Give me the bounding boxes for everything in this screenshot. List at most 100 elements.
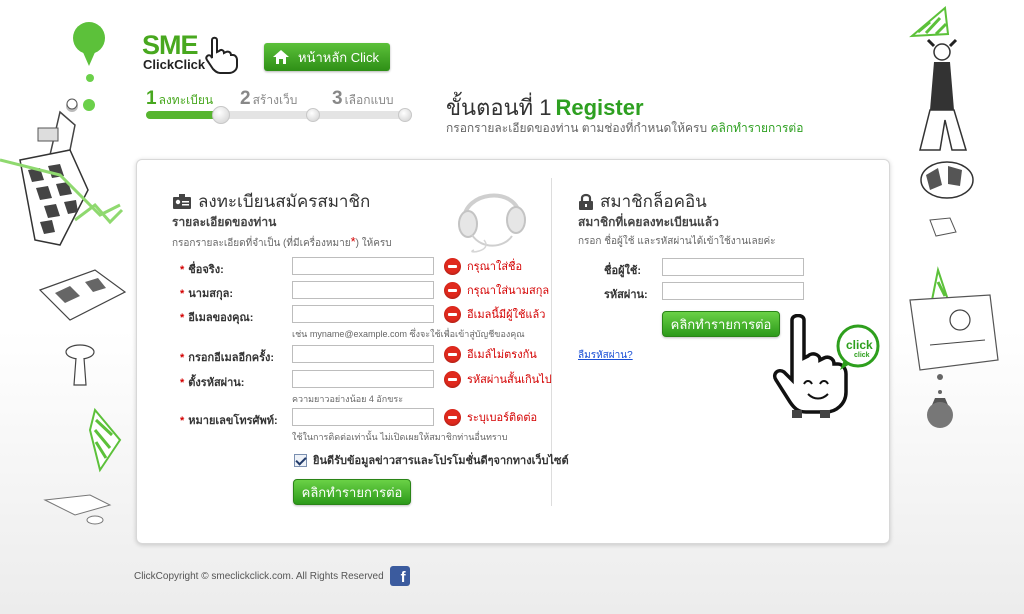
step-label: ลงทะเบียน — [158, 93, 214, 107]
confirm-email-input[interactable] — [292, 345, 434, 363]
confirm-email-error-text: อีเมล์ไม่ตรงกัน — [467, 349, 537, 361]
register-note: กรอกรายละเอียดที่จำเป็น (ที่มีเครื่องหมา… — [172, 234, 392, 251]
lock-icon — [579, 193, 593, 210]
email-input[interactable] — [292, 305, 434, 323]
footer: ClickCopyright © smeclickclick.com. All … — [134, 566, 410, 586]
required-star: * — [180, 288, 185, 300]
login-section-title: สมาชิกล็อคอิน — [578, 188, 707, 215]
username-input[interactable] — [662, 258, 804, 276]
headset-illustration — [458, 193, 526, 253]
site-logo[interactable]: SME ClickClick — [142, 30, 242, 74]
phone-label-text: หมายเลขโทรศัพท์: — [188, 415, 278, 427]
confirm-email-label-text: กรอกอีเมลอีกครั้ง: — [188, 352, 275, 364]
phone-label: * หมายเลขโทรศัพท์: — [180, 411, 278, 429]
copyright-text: ClickCopyright © smeclickclick.com. All … — [134, 570, 384, 582]
step-create-site[interactable]: 2 สร้างเว็บ — [240, 88, 297, 110]
login-password-input[interactable] — [662, 282, 804, 300]
phone-error: ระบุเบอร์ติดต่อ — [444, 408, 537, 426]
step-number: 2 — [240, 88, 251, 109]
password-hint: ความยาวอย่างน้อย 4 อักขระ — [292, 394, 404, 404]
step-choose-design[interactable]: 3 เลือกแบบ — [332, 88, 393, 110]
register-subtitle: รายละเอียดของท่าน — [172, 215, 277, 229]
first-name-error-text: กรุณาใส่ชื่อ — [467, 261, 523, 273]
id-card-icon — [173, 194, 191, 209]
newsletter-checkbox[interactable] — [294, 453, 307, 467]
register-note-prefix: กรอกรายละเอียดที่จำเป็น (ที่มีเครื่องหมา… — [172, 238, 351, 249]
step-progress-fill — [146, 111, 222, 119]
username-label: ชื่อผู้ใช้: — [604, 265, 642, 277]
login-note: กรอก ชื่อผู้ใช้ และรหัสผ่านได้เข้าใช้งาน… — [578, 236, 776, 247]
page-subtitle-text: กรอกรายละเอียดของท่าน ตามช่องที่กำหนดให้… — [446, 121, 708, 135]
password-input[interactable] — [292, 370, 434, 388]
phone-error-text: ระบุเบอร์ติดต่อ — [467, 412, 538, 424]
phone-hint: ใช้ในการติดต่อเท่านั้น ไม่เปิดเผยให้สมาช… — [292, 432, 508, 442]
login-password-label: รหัสผ่าน: — [604, 289, 648, 301]
first-name-label-text: ชื่อจริง: — [188, 264, 224, 276]
register-note-suffix: ) ให้ครบ — [355, 238, 392, 249]
password-label-text: ตั้งรหัสผ่าน: — [188, 377, 245, 389]
forgot-password-link[interactable]: ลืมรหัสผ่าน? — [578, 348, 633, 363]
error-icon — [444, 305, 461, 323]
home-button[interactable]: หน้าหลัก Click — [264, 43, 390, 71]
step-knob-1 — [212, 106, 230, 124]
decorative-doodles-right — [909, 6, 999, 428]
last-name-input[interactable] — [292, 281, 434, 299]
login-submit-button[interactable]: คลิกทำรายการต่อ — [662, 311, 780, 337]
page-subtitle-link[interactable]: คลิกทำรายการต่อ — [710, 121, 803, 135]
required-star: * — [180, 264, 185, 276]
required-star: * — [180, 312, 185, 324]
email-hint: เช่น myname@example.com ซึ่งจะใช้เพื่อเข… — [292, 329, 525, 339]
password-label: * ตั้งรหัสผ่าน: — [180, 373, 244, 391]
email-error: อีเมลนี้มีผู้ใช้แล้ว — [444, 305, 545, 323]
page-title-prefix: ขั้นตอนที่ 1 — [446, 95, 552, 120]
error-icon — [444, 345, 461, 363]
cursor-hand-illustration — [772, 314, 880, 418]
last-name-error-text: กรุณาใส่นามสกุล — [467, 285, 550, 297]
registration-steps: 1 ลงทะเบียน 2 สร้างเว็บ 3 เลือกแบบ — [146, 88, 416, 128]
step-number: 1 — [146, 88, 157, 109]
first-name-error: กรุณาใส่ชื่อ — [444, 257, 522, 275]
email-label-text: อีเมลของคุณ: — [188, 312, 254, 324]
error-icon — [444, 281, 461, 299]
step-label: สร้างเว็บ — [252, 93, 298, 107]
error-icon — [444, 370, 461, 388]
first-name-input[interactable] — [292, 257, 434, 275]
required-star: * — [180, 415, 185, 427]
step-knob-2 — [306, 108, 320, 122]
step-label: เลือกแบบ — [344, 93, 394, 107]
page-subtitle: กรอกรายละเอียดของท่าน ตามช่องที่กำหนดให้… — [446, 119, 803, 138]
register-submit-button[interactable]: คลิกทำรายการต่อ — [293, 479, 411, 505]
register-section-title: ลงทะเบียนสมัครสมาชิก — [172, 188, 370, 215]
home-button-label: หน้าหลัก Click — [298, 49, 379, 65]
click-bubble-text: click — [846, 338, 873, 352]
logo-text-clickclick: ClickClick — [143, 57, 206, 72]
click-bubble-small: click — [854, 352, 870, 359]
login-title-text: สมาชิกล็อคอิน — [600, 192, 707, 211]
error-icon — [444, 257, 461, 275]
phone-input[interactable] — [292, 408, 434, 426]
last-name-error: กรุณาใส่นามสกุล — [444, 281, 549, 299]
email-error-text: อีเมลนี้มีผู้ใช้แล้ว — [467, 309, 546, 321]
password-error: รหัสผ่านสั้นเกินไป — [444, 370, 552, 388]
password-error-text: รหัสผ่านสั้นเกินไป — [467, 374, 552, 386]
register-title-text: ลงทะเบียนสมัครสมาชิก — [198, 192, 371, 211]
login-subtitle: สมาชิกที่เคยลงทะเบียนแล้ว — [578, 215, 719, 229]
required-star: * — [180, 377, 185, 389]
confirm-email-label: * กรอกอีเมลอีกครั้ง: — [180, 348, 274, 366]
required-star: * — [180, 352, 185, 364]
cursor-hand-icon — [205, 36, 238, 74]
facebook-icon[interactable]: f — [389, 566, 410, 586]
last-name-label-text: นามสกุล: — [188, 288, 234, 300]
decorative-doodles-left — [0, 22, 127, 525]
last-name-label: * นามสกุล: — [180, 284, 233, 302]
home-icon — [273, 50, 289, 64]
error-icon — [444, 408, 461, 426]
newsletter-option: ยินดีรับข้อมูลข่าวสารและโปรโมชั่นดีๆจากท… — [294, 451, 569, 469]
step-knob-3 — [398, 108, 412, 122]
email-label: * อีเมลของคุณ: — [180, 308, 253, 326]
step-register[interactable]: 1 ลงทะเบียน — [146, 88, 213, 110]
first-name-label: * ชื่อจริง: — [180, 260, 224, 278]
page-title-highlight: Register — [555, 95, 644, 120]
confirm-email-error: อีเมล์ไม่ตรงกัน — [444, 345, 537, 363]
step-number: 3 — [332, 88, 343, 109]
